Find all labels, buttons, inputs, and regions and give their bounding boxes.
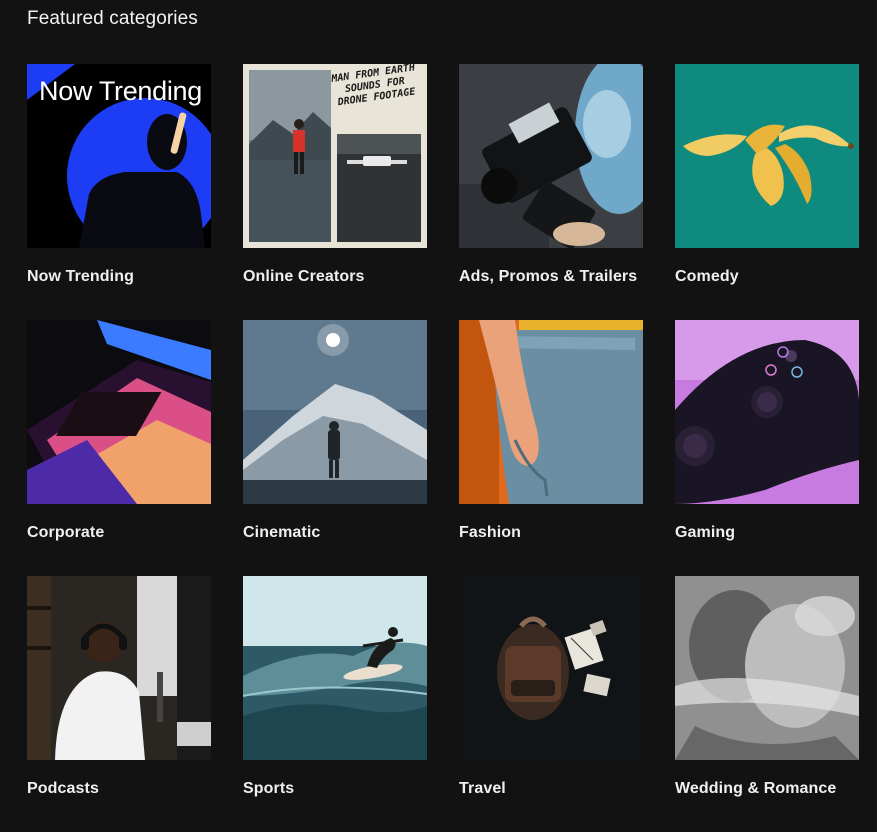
fashion-image (459, 320, 643, 504)
corporate-image (27, 320, 211, 504)
featured-categories-section: Featured categories Now Trending Now Tre… (0, 0, 877, 818)
category-thumbnail[interactable]: Now Trending (27, 64, 211, 248)
category-thumbnail[interactable] (459, 576, 643, 760)
category-label[interactable]: Ads, Promos & Trailers (459, 268, 643, 286)
category-card-ads-promos-trailers[interactable]: Ads, Promos & Trailers (459, 64, 643, 320)
category-thumbnail[interactable] (243, 320, 427, 504)
category-card-corporate[interactable]: Corporate (27, 320, 211, 576)
gaming-image (675, 320, 859, 504)
ads-promos-trailers-image (459, 64, 643, 248)
podcasts-image (27, 576, 211, 760)
category-label[interactable]: Corporate (27, 524, 211, 542)
travel-image (459, 576, 643, 760)
category-label[interactable]: Online Creators (243, 268, 427, 286)
category-label[interactable]: Wedding & Romance (675, 780, 859, 798)
category-thumbnail[interactable] (675, 64, 859, 248)
category-label[interactable]: Fashion (459, 524, 643, 542)
sports-image (243, 576, 427, 760)
category-label[interactable]: Comedy (675, 268, 859, 286)
category-thumbnail[interactable] (459, 64, 643, 248)
cinematic-image (243, 320, 427, 504)
category-label[interactable]: Now Trending (27, 268, 211, 286)
category-card-travel[interactable]: Travel (459, 576, 643, 832)
category-label[interactable]: Travel (459, 780, 643, 798)
category-thumbnail[interactable] (675, 320, 859, 504)
category-label[interactable]: Sports (243, 780, 427, 798)
category-card-gaming[interactable]: Gaming (675, 320, 859, 576)
category-thumbnail[interactable] (27, 576, 211, 760)
category-thumbnail[interactable] (243, 576, 427, 760)
category-label[interactable]: Podcasts (27, 780, 211, 798)
category-card-now-trending[interactable]: Now Trending Now Trending (27, 64, 211, 320)
category-grid: Now Trending Now Trending MAN FROM EARTH… (27, 64, 859, 832)
category-thumbnail[interactable]: MAN FROM EARTH SOUNDS FOR DRONE FOOTAGE (243, 64, 427, 248)
category-label[interactable]: Gaming (675, 524, 859, 542)
section-title: Featured categories (27, 8, 198, 29)
category-label[interactable]: Cinematic (243, 524, 427, 542)
category-card-wedding-romance[interactable]: Wedding & Romance (675, 576, 859, 832)
category-card-online-creators[interactable]: MAN FROM EARTH SOUNDS FOR DRONE FOOTAGE … (243, 64, 427, 320)
category-thumbnail[interactable] (459, 320, 643, 504)
category-card-fashion[interactable]: Fashion (459, 320, 643, 576)
category-thumbnail[interactable] (675, 576, 859, 760)
category-card-podcasts[interactable]: Podcasts (27, 576, 211, 832)
category-thumbnail[interactable] (27, 320, 211, 504)
thumbnail-caption: Now Trending (39, 76, 202, 106)
category-card-comedy[interactable]: Comedy (675, 64, 859, 320)
category-card-cinematic[interactable]: Cinematic (243, 320, 427, 576)
wedding-romance-image (675, 576, 859, 760)
category-card-sports[interactable]: Sports (243, 576, 427, 832)
comedy-image (675, 64, 859, 248)
